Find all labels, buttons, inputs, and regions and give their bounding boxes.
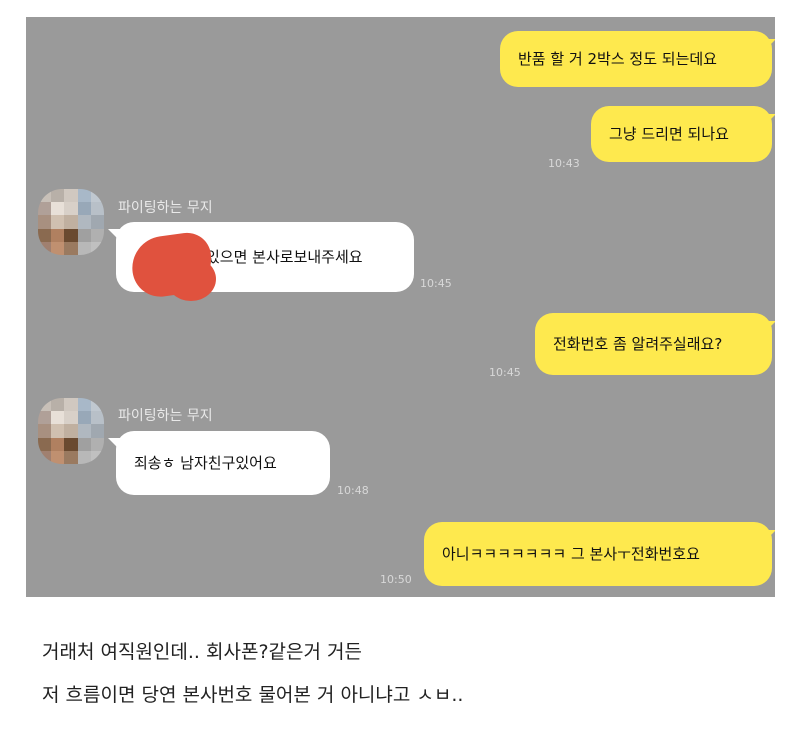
message-text: 죄송ㅎ 남자친구있어요 [134,454,277,472]
contact-name: 파이팅하는 무지 [118,408,213,424]
contact-avatar[interactable] [38,398,104,464]
message-text: 전화번호 좀 알려주실래요? [553,335,723,353]
caption-line-1: 거래처 여직원인데.. 회사폰?같은거 거든 [42,641,362,663]
bubble-tail [764,114,775,126]
message-timestamp: 10:45 [489,366,521,379]
bubble-tail [108,438,120,450]
contact-message-bubble[interactable]: 죄송ㅎ 남자친구있어요 [116,431,330,495]
message-text: 있으면 본사로보내주세요 [206,248,363,266]
bubble-tail [764,321,775,333]
contact-name: 파이팅하는 무지 [118,200,213,216]
my-message-bubble[interactable]: 그냥 드리면 되나요 [591,106,772,162]
message-timestamp: 10:50 [380,573,412,586]
my-message-bubble[interactable]: 아니ㅋㅋㅋㅋㅋㅋㅋ 그 본사ㅜ전화번호요 [424,522,772,586]
bubble-tail [764,39,775,51]
message-text: 그냥 드리면 되나요 [609,125,729,143]
redaction-scribble [166,257,216,301]
chat-area[interactable]: 반품 할 거 2박스 정도 되는데요 그냥 드리면 되나요 10:43 파이팅하… [26,17,775,597]
caption-line-2: 저 흐름이면 당연 본사번호 물어본 거 아니냐고 ㅅㅂ.. [42,684,464,706]
contact-avatar[interactable] [38,189,104,255]
message-text: 반품 할 거 2박스 정도 되는데요 [518,50,717,68]
my-message-bubble[interactable]: 전화번호 좀 알려주실래요? [535,313,772,375]
message-timestamp: 10:48 [337,484,369,497]
bubble-tail [108,229,120,241]
bubble-tail [764,530,775,542]
message-timestamp: 10:45 [420,277,452,290]
my-message-bubble[interactable]: 반품 할 거 2박스 정도 되는데요 [500,31,772,87]
message-timestamp: 10:43 [548,157,580,170]
message-text: 아니ㅋㅋㅋㅋㅋㅋㅋ 그 본사ㅜ전화번호요 [442,545,700,563]
